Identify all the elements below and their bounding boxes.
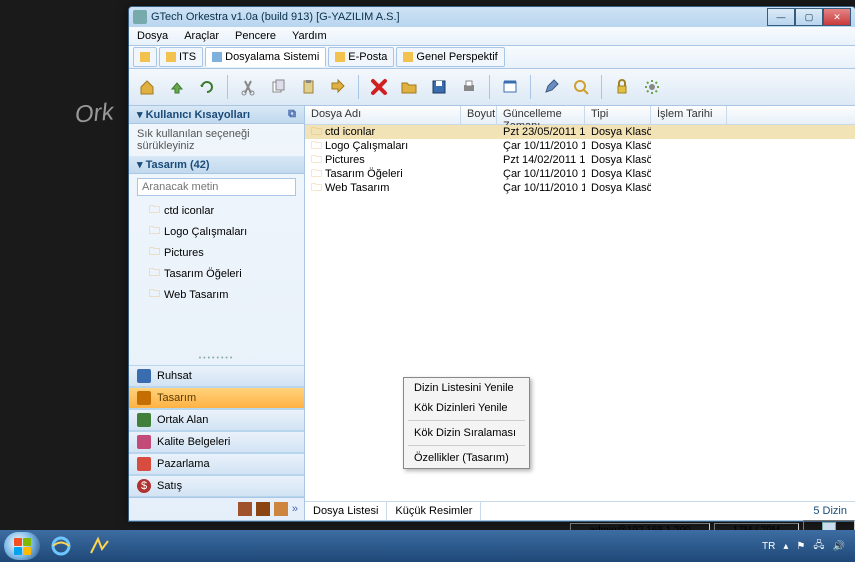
tool-cut-icon[interactable] [234,73,262,101]
tool-search-icon[interactable] [567,73,595,101]
col-type[interactable]: Tipi [585,106,651,124]
taskbar-ie-icon[interactable] [44,534,78,558]
shortcuts-header[interactable]: ▾ Kullanıcı Kısayolları ⧉ [129,106,304,124]
titlebar[interactable]: GTech Orkestra v1.0a (build 913) [G-YAZI… [129,7,855,27]
shortcuts-add-icon[interactable]: ⧉ [288,108,296,121]
menu-window[interactable]: Pencere [231,30,280,42]
tool-edit-icon[interactable] [537,73,565,101]
tab-its[interactable]: ITS [159,47,203,67]
gripper[interactable]: •••••••• [129,355,304,365]
taskbar-app-icon[interactable] [82,534,116,558]
nav-kalite[interactable]: Kalite Belgeleri [129,431,304,453]
bottom-tabs: Dosya Listesi Küçük Resimler 5 Dizin [305,501,855,520]
nav-footer-icon[interactable] [238,502,252,516]
window-title: GTech Orkestra v1.0a (build 913) [G-YAZI… [151,11,400,23]
nav-tasarim[interactable]: Tasarım [129,387,304,409]
tool-paste-icon[interactable] [294,73,322,101]
tool-newfolder-icon[interactable] [395,73,423,101]
nav-satis[interactable]: $Satış [129,475,304,497]
perspectives-button[interactable] [133,47,157,67]
tool-delete-icon[interactable] [365,73,393,101]
folder-icon: 🗀 [149,243,160,262]
close-button[interactable]: ✕ [823,8,851,26]
search-input[interactable] [137,178,296,196]
col-modified[interactable]: Güncelleme Zamanı [497,106,585,124]
ctx-separator [408,445,525,446]
menu-help[interactable]: Yardım [288,30,331,42]
tool-up-icon[interactable] [163,73,191,101]
nav-stack: •••••••• Ruhsat Tasarım Ortak Alan Kalit… [129,355,304,520]
start-button[interactable] [4,532,40,560]
app-window: GTech Orkestra v1.0a (build 913) [G-YAZI… [128,6,855,522]
tray-volume-icon[interactable]: 🔊 [833,541,845,552]
tool-lock-icon[interactable] [608,73,636,101]
tray-flag-icon[interactable]: ⚑ [796,541,805,552]
nav-footer-icon[interactable] [256,502,270,516]
menu-file[interactable]: Dosya [133,30,172,42]
minimize-button[interactable]: — [767,8,795,26]
perspective-tabbar: ITS Dosyalama Sistemi E-Posta Genel Pers… [129,46,855,69]
file-list: 🗀ctd iconlarPzt 23/05/2011 17:53Dosya Kl… [305,125,855,501]
tab-dosyalama[interactable]: Dosyalama Sistemi [205,47,326,67]
toolbar [129,69,855,106]
main-panel: Dosya Adı Boyut Güncelleme Zamanı Tipi İ… [305,106,855,520]
nav-ruhsat[interactable]: Ruhsat [129,365,304,387]
ctx-separator [408,420,525,421]
tool-preview-icon[interactable] [496,73,524,101]
tree-item[interactable]: 🗀Logo Çalışmaları [137,221,296,242]
ctx-refresh-roots[interactable]: Kök Dizinleri Yenile [404,398,529,418]
tray-chevron-icon[interactable]: ▴ [783,541,788,552]
desktop-bg-text: Ork [74,98,115,129]
tree-item[interactable]: 🗀Pictures [137,242,296,263]
app-icon [133,10,147,24]
folder-icon: 🗀 [149,222,160,241]
tool-refresh-icon[interactable] [193,73,221,101]
menubar: Dosya Araçlar Pencere Yardım [129,27,855,46]
tree-item[interactable]: 🗀Tasarım Öğeleri [137,263,296,284]
item-count: 5 Dizin [805,505,855,517]
tool-copy-icon[interactable] [264,73,292,101]
table-row[interactable]: 🗀Web TasarımÇar 10/11/2010 11:50Dosya Kl… [305,181,855,195]
ctx-root-order[interactable]: Kök Dizin Sıralaması [404,423,529,443]
folder-tree: 🗀ctd iconlar 🗀Logo Çalışmaları 🗀Pictures… [137,200,296,305]
nav-ortak[interactable]: Ortak Alan [129,409,304,431]
bottab-list[interactable]: Dosya Listesi [305,502,387,520]
lang-indicator[interactable]: TR [762,541,775,552]
context-menu: Dizin Listesini Yenile Kök Dizinleri Yen… [403,377,530,469]
shortcuts-hint: Sık kullanılan seçeneği sürükleyiniz [129,124,304,156]
folder-icon: 🗀 [149,264,160,283]
taskbar: TR ▴ ⚑ 🖧 🔊 [0,530,855,562]
ctx-properties[interactable]: Özellikler (Tasarım) [404,448,529,468]
tree-item[interactable]: 🗀ctd iconlar [137,200,296,221]
col-size[interactable]: Boyut [461,106,497,124]
design-header[interactable]: ▾ Tasarım (42) [129,156,304,174]
nav-footer: » [129,497,304,520]
tab-genel[interactable]: Genel Perspektif [396,47,504,67]
col-name[interactable]: Dosya Adı [305,106,461,124]
tool-settings-icon[interactable] [638,73,666,101]
tab-eposta[interactable]: E-Posta [328,47,394,67]
col-action[interactable]: İşlem Tarihi [651,106,727,124]
system-tray: TR ▴ ⚑ 🖧 🔊 [762,538,851,555]
ctx-refresh-list[interactable]: Dizin Listesini Yenile [404,378,529,398]
sidebar: ▾ Kullanıcı Kısayolları ⧉ Sık kullanılan… [129,106,305,520]
nav-footer-icon[interactable] [274,502,288,516]
folder-icon: 🗀 [149,285,160,304]
folder-icon: 🗀 [149,201,160,220]
nav-overflow-icon[interactable]: » [292,503,298,515]
tool-save-icon[interactable] [425,73,453,101]
tree-item[interactable]: 🗀Web Tasarım [137,284,296,305]
tray-network-icon[interactable]: 🖧 [813,538,824,555]
folder-icon: 🗀 [311,179,322,198]
maximize-button[interactable]: ▢ [795,8,823,26]
tool-move-icon[interactable] [324,73,352,101]
tool-print-icon[interactable] [455,73,483,101]
tool-home-icon[interactable] [133,73,161,101]
bottab-thumbs[interactable]: Küçük Resimler [387,502,481,520]
nav-pazarlama[interactable]: Pazarlama [129,453,304,475]
column-headers: Dosya Adı Boyut Güncelleme Zamanı Tipi İ… [305,106,855,125]
menu-tools[interactable]: Araçlar [180,30,223,42]
